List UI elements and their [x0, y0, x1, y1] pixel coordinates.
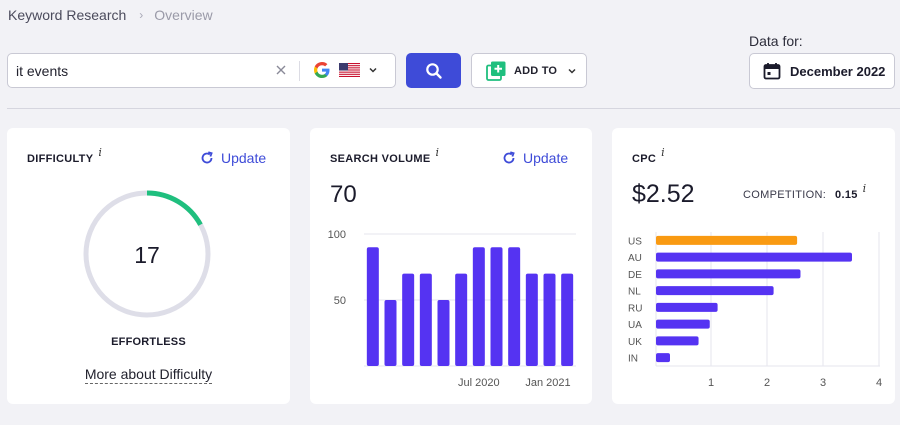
x-tick-label: 4 [876, 377, 882, 389]
date-picker-button[interactable]: December 2022 [749, 53, 895, 89]
y-tick-label: IN [628, 354, 638, 365]
chevron-down-icon [369, 67, 377, 73]
bar [419, 273, 432, 366]
competition: COMPETITION: 0.15 i [743, 182, 866, 201]
search-button[interactable] [406, 53, 461, 88]
breadcrumb: Keyword Research › Overview [8, 7, 213, 23]
keyword-search-input[interactable] [16, 60, 266, 82]
bar [437, 300, 450, 366]
cpc-card: CPC i $2.52 COMPETITION: 0.15 i 1 2 3 4 US AU D… [612, 128, 895, 404]
competition-label: COMPETITION: [743, 189, 827, 201]
info-icon[interactable]: i [98, 146, 102, 159]
bar [508, 247, 521, 366]
info-icon[interactable]: i [863, 182, 867, 195]
bar [472, 247, 485, 366]
bar-nl [656, 286, 774, 296]
bar-in [656, 353, 670, 363]
search-volume-value: 70 [330, 181, 357, 208]
cpc-title-text: CPC [632, 153, 657, 165]
difficulty-title: DIFFICULTY i [27, 146, 102, 165]
x-tick-label: 1 [708, 377, 714, 389]
y-tick-label: 100 [328, 229, 346, 241]
bar-ua [656, 319, 710, 329]
difficulty-title-text: DIFFICULTY [27, 153, 94, 165]
x-tick-label: 2 [764, 377, 770, 389]
search-engine-selector[interactable] [313, 61, 378, 79]
breadcrumb-keyword-research[interactable]: Keyword Research [8, 7, 126, 23]
competition-value: 0.15 [835, 189, 858, 201]
y-tick-label: DE [628, 270, 642, 281]
update-label: Update [523, 150, 569, 166]
bar [384, 300, 397, 366]
google-icon [314, 62, 330, 78]
divider [7, 108, 900, 109]
calendar-icon [763, 63, 781, 80]
y-tick-label: US [628, 236, 642, 247]
bar [525, 273, 538, 366]
bar [455, 273, 468, 366]
search-volume-chart: 50 100 Jul 2020 Jan 2021 [328, 229, 576, 389]
bar-us [656, 235, 798, 245]
y-tick-label: UA [628, 320, 642, 331]
bar-de [656, 269, 801, 279]
bar [543, 273, 556, 366]
more-about-difficulty-link[interactable]: More about Difficulty [7, 366, 290, 384]
bar-ru [656, 302, 718, 312]
add-to-list-icon [486, 61, 506, 81]
add-to-button[interactable]: ADD TO [471, 53, 587, 88]
difficulty-score: 17 [134, 242, 160, 268]
x-tick-label: Jul 2020 [458, 377, 500, 389]
x-tick-label: 3 [820, 377, 826, 389]
divider [299, 61, 300, 81]
y-tick-label: AU [628, 253, 642, 264]
bar [402, 273, 415, 366]
bar-uk [656, 336, 699, 346]
difficulty-label: EFFORTLESS [111, 336, 186, 348]
cpc-value: $2.52 [632, 180, 695, 208]
difficulty-card: DIFFICULTY i Update 17 EFFORTLESS More ab… [7, 128, 290, 404]
y-tick-label: RU [628, 303, 642, 314]
y-tick-label: UK [628, 337, 642, 348]
add-to-label: ADD TO [514, 64, 558, 77]
bar [561, 273, 574, 366]
search-icon [425, 62, 442, 79]
search-volume-card: SEARCH VOLUME i Update 70 50 100 Jul 2020 Ja… [310, 128, 592, 404]
y-tick-label: NL [628, 287, 641, 298]
info-icon[interactable]: i [661, 146, 665, 159]
search-volume-title-text: SEARCH VOLUME [330, 153, 431, 165]
difficulty-update-button[interactable]: Update [200, 150, 266, 166]
info-icon[interactable]: i [435, 146, 439, 159]
update-label: Update [221, 150, 267, 166]
chevron-down-icon [568, 68, 576, 74]
refresh-icon [201, 151, 213, 164]
date-label: December 2022 [790, 63, 886, 79]
cpc-title: CPC i [632, 146, 665, 165]
more-about-difficulty-text: More about Difficulty [84, 366, 213, 384]
y-tick-label: 50 [334, 295, 346, 307]
keyword-search-box [7, 53, 396, 88]
breadcrumb-separator: › [139, 8, 144, 22]
us-flag-icon [339, 63, 360, 77]
cpc-by-country-chart: 1 2 3 4 US AU DE NL RU UA UK IN [628, 232, 882, 389]
x-tick-label: Jan 2021 [525, 377, 570, 389]
refresh-icon [503, 151, 515, 164]
data-for-label: Data for: [749, 33, 803, 49]
breadcrumb-overview: Overview [154, 7, 213, 23]
bar [490, 247, 503, 366]
bar [366, 247, 379, 366]
bar-au [656, 252, 852, 262]
search-volume-title: SEARCH VOLUME i [330, 146, 439, 165]
clear-icon[interactable] [273, 62, 289, 78]
search-volume-update-button[interactable]: Update [502, 150, 568, 166]
